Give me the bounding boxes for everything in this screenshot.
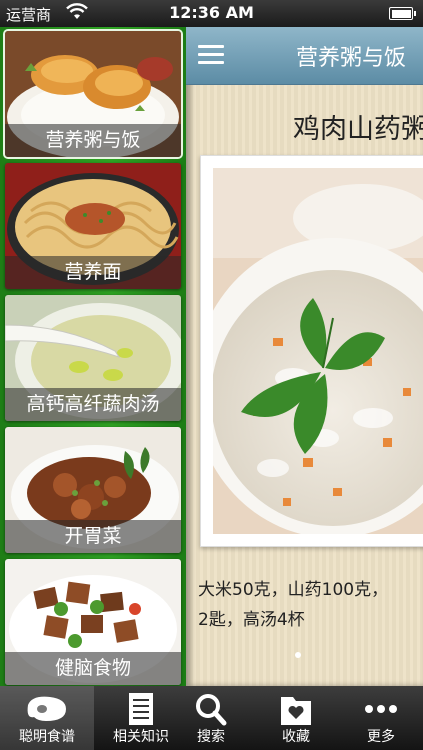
favorite-folder-icon [281, 697, 311, 725]
category-item-soup[interactable]: 高钙高纤蔬肉汤 [5, 295, 181, 421]
page-title: 营养粥与饭 [296, 46, 407, 71]
tab-smart-recipes[interactable]: 聪明食谱 [0, 686, 94, 750]
category-item-noodles[interactable]: 营养面 [5, 163, 181, 289]
category-label: 健脑食物 [5, 652, 181, 685]
recipe-ingredients: 大米50克，山药100克， 2匙，高汤4杯 [198, 580, 389, 630]
category-label: 营养粥与饭 [5, 124, 181, 157]
tab-bar: 聪明食谱 相关知识 搜索 收藏 更多 [0, 686, 423, 750]
recipe-panel: 营养粥与饭 鸡肉山药粥 大米50克，山药100克， 2匙，高汤4杯 [186, 27, 423, 686]
more-dots-icon [365, 705, 397, 713]
category-label: 高钙高纤蔬肉汤 [5, 388, 181, 421]
nav-bar: 营养粥与饭 [186, 27, 423, 85]
category-item-rice-porridge[interactable]: 营养粥与饭 [5, 31, 181, 157]
category-label: 营养面 [5, 256, 181, 289]
tab-favorites[interactable]: 收藏 [249, 686, 343, 750]
page-indicator-dot [295, 652, 301, 658]
recipe-photo-frame[interactable] [200, 155, 423, 658]
category-item-brain-food[interactable]: 健脑食物 [5, 559, 181, 685]
category-label: 开胃菜 [5, 520, 181, 553]
category-sidebar: 营养粥与饭 营养面 高钙高纤蔬肉汤 开胃菜 健脑食物 [0, 27, 186, 686]
tab-label: 收藏 [282, 729, 310, 745]
tab-more[interactable]: 更多 [334, 686, 423, 750]
recipe-title: 鸡肉山药粥 [293, 114, 423, 145]
status-bar: 运营商 12:36 AM [0, 0, 423, 27]
search-icon [196, 694, 227, 726]
tab-search[interactable]: 搜索 [164, 686, 258, 750]
status-time: 12:36 AM [169, 3, 254, 22]
battery-icon [389, 7, 416, 20]
menu-icon[interactable] [198, 45, 224, 65]
steak-icon [27, 696, 67, 721]
tab-label: 搜索 [197, 729, 225, 745]
tab-label: 更多 [367, 729, 395, 745]
tab-label: 聪明食谱 [19, 729, 75, 745]
chicken-yam-porridge-photo [213, 168, 423, 534]
category-item-appetizer[interactable]: 开胃菜 [5, 427, 181, 553]
